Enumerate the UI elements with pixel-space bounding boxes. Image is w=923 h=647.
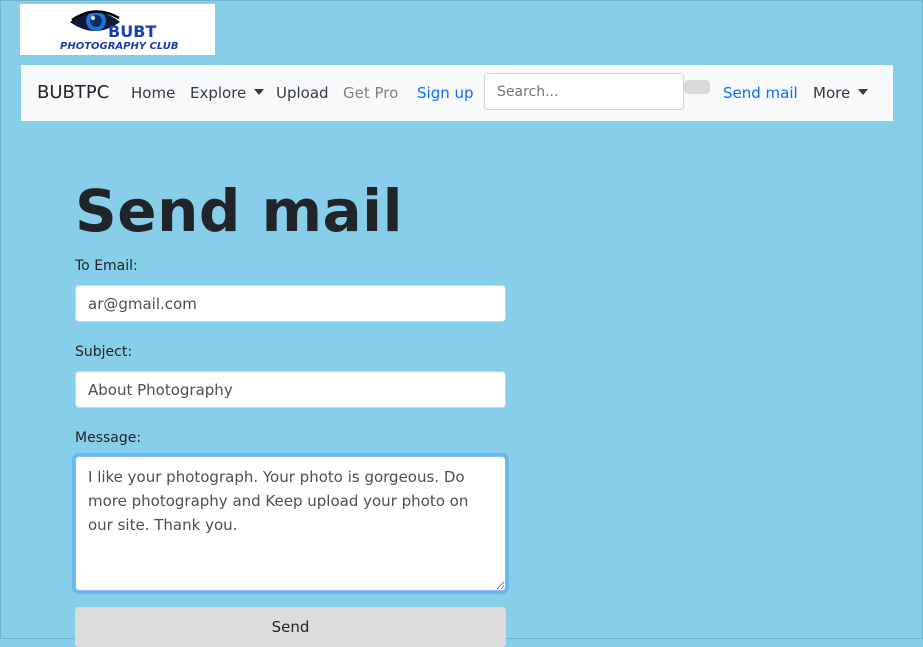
send-button[interactable]: Send: [75, 607, 506, 647]
logo: BUBT PHOTOGRAPHY CLUB: [20, 4, 215, 55]
nav-item-upload[interactable]: Upload: [276, 83, 329, 103]
navbar: BUBTPC Home Explore Upload Get Pro Sign …: [21, 65, 893, 121]
nav-item-explore-label: Explore: [190, 84, 247, 102]
message-field[interactable]: I like your photograph. Your photo is go…: [75, 456, 506, 591]
logo-title: BUBT: [108, 22, 156, 41]
search-input[interactable]: [484, 73, 684, 110]
navbar-brand[interactable]: BUBTPC: [37, 82, 109, 104]
chevron-down-icon: [254, 89, 265, 95]
nav-item-home[interactable]: Home: [131, 83, 175, 103]
nav-item-get-pro: Get Pro: [343, 84, 399, 102]
to-email-label: To Email:: [75, 258, 138, 274]
nav-item-send-mail[interactable]: Send mail: [723, 83, 798, 103]
message-label: Message:: [75, 430, 142, 446]
camera-eye-logo-icon: BUBT PHOTOGRAPHY CLUB: [60, 10, 179, 52]
nav-item-sign-up[interactable]: Sign up: [417, 83, 474, 103]
nav-item-more[interactable]: More: [813, 83, 869, 103]
to-email-field[interactable]: [75, 285, 506, 322]
logo-subtitle: PHOTOGRAPHY CLUB: [60, 41, 179, 52]
subject-field[interactable]: [75, 371, 506, 408]
subject-label: Subject:: [75, 344, 133, 360]
nav-item-more-label: More: [813, 84, 851, 102]
nav-item-explore[interactable]: Explore: [190, 83, 265, 103]
page-title: Send mail: [75, 177, 403, 245]
chevron-down-icon: [858, 89, 869, 95]
search-button[interactable]: [684, 80, 710, 94]
